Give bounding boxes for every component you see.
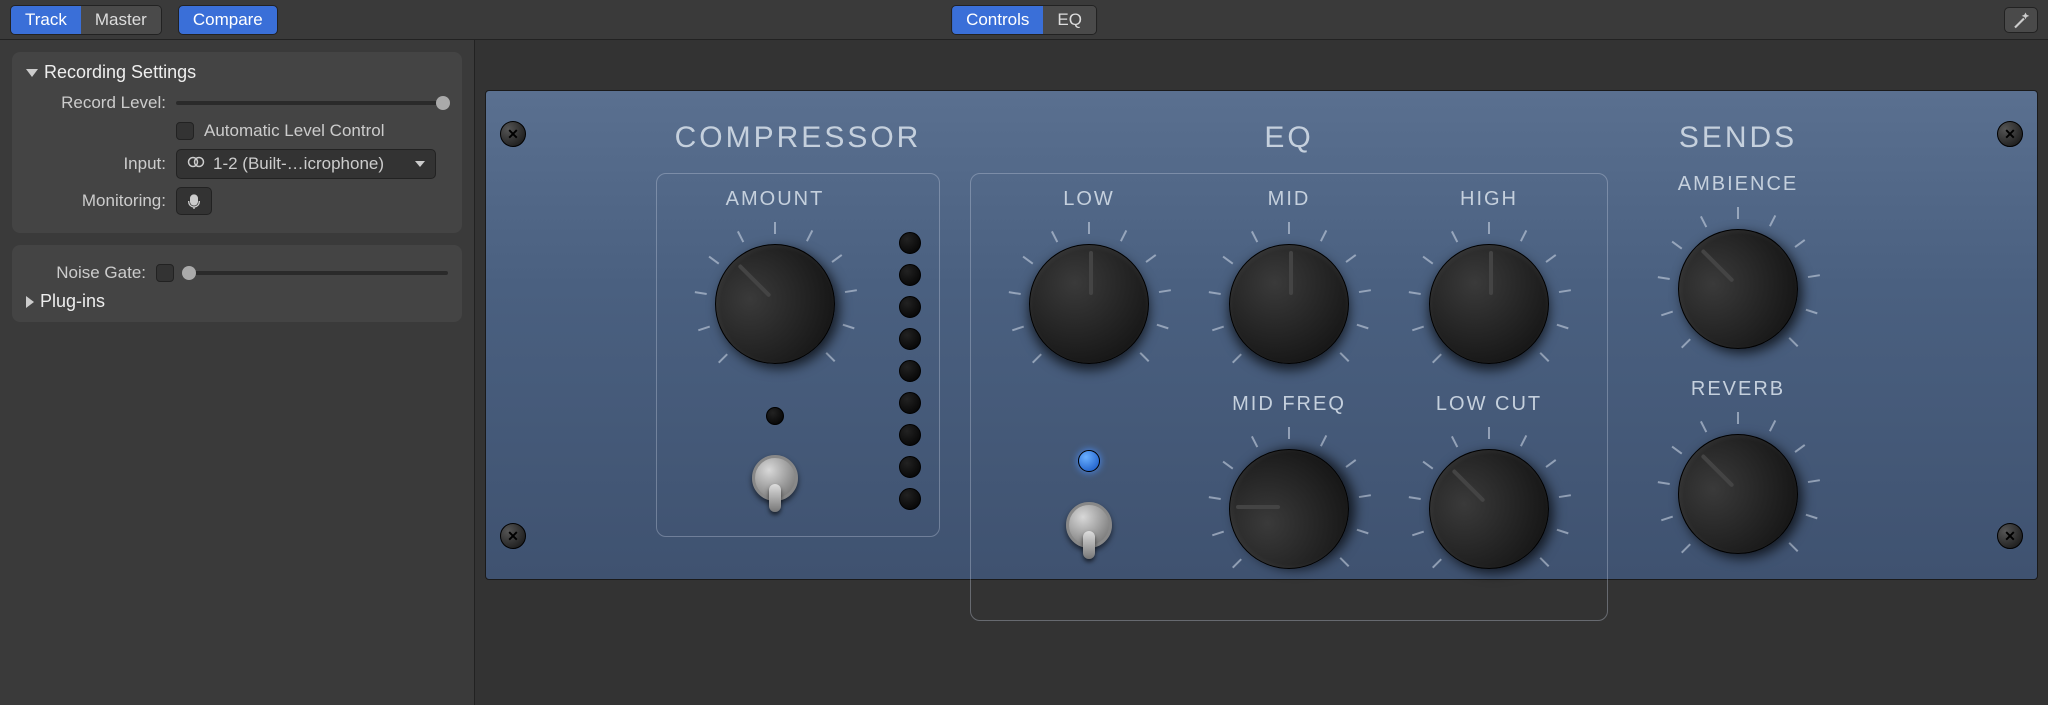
- noise-gate-slider[interactable]: [184, 271, 448, 275]
- high-label: HIGH: [1460, 188, 1518, 211]
- noise-gate-checkbox[interactable]: [156, 264, 174, 282]
- compare-button[interactable]: Compare: [178, 5, 278, 35]
- track-master-segment: Track Master: [10, 5, 162, 35]
- recording-settings-label: Recording Settings: [44, 62, 196, 83]
- recording-settings-panel: Recording Settings Record Level: Automat…: [12, 52, 462, 233]
- compressor-toggle[interactable]: [752, 455, 798, 501]
- track-tab[interactable]: Track: [11, 6, 81, 34]
- amount-knob[interactable]: [690, 219, 860, 389]
- monitoring-button[interactable]: [176, 187, 212, 215]
- effects-rack: COMPRESSOR AMOUNT: [485, 90, 2038, 580]
- record-level-label: Record Level:: [26, 93, 166, 113]
- screw-icon: [1997, 121, 2023, 147]
- high-knob[interactable]: [1404, 219, 1574, 389]
- master-tab[interactable]: Master: [81, 6, 161, 34]
- sends-section: SENDS AMBIENCE REVERB: [1638, 121, 1838, 579]
- screw-icon: [500, 523, 526, 549]
- plugins-header[interactable]: Plug-ins: [26, 291, 448, 312]
- input-value: 1-2 (Built-…icrophone): [213, 154, 407, 174]
- disclosure-down-icon: [26, 69, 38, 77]
- chevron-down-icon: [415, 161, 425, 167]
- noise-gate-panel: Noise Gate: Plug-ins: [12, 245, 462, 322]
- screw-icon: [1997, 523, 2023, 549]
- controls-eq-segment: Controls EQ: [951, 5, 1097, 35]
- ambience-knob[interactable]: [1653, 204, 1823, 374]
- auto-level-label: Automatic Level Control: [204, 121, 384, 141]
- mid-knob[interactable]: [1204, 219, 1374, 389]
- input-dropdown[interactable]: 1-2 (Built-…icrophone): [176, 149, 436, 179]
- wand-icon[interactable]: [2004, 7, 2038, 33]
- reverb-label: REVERB: [1691, 378, 1785, 401]
- input-label: Input:: [26, 154, 166, 174]
- eq-led: [1078, 450, 1100, 472]
- eq-section: EQ LOW MID HIGH: [970, 121, 1608, 621]
- plugins-label: Plug-ins: [40, 291, 105, 312]
- recording-settings-header[interactable]: Recording Settings: [26, 62, 448, 83]
- noise-gate-label: Noise Gate:: [26, 263, 146, 283]
- sidebar: Recording Settings Record Level: Automat…: [0, 40, 475, 705]
- sends-title: SENDS: [1638, 121, 1838, 155]
- monitoring-label: Monitoring:: [26, 191, 166, 211]
- compressor-meter: [899, 188, 921, 510]
- content-area: COMPRESSOR AMOUNT: [475, 40, 2048, 705]
- compressor-title: COMPRESSOR: [656, 121, 940, 155]
- mid-freq-knob[interactable]: [1204, 424, 1374, 594]
- ambience-label: AMBIENCE: [1678, 173, 1798, 196]
- mid-freq-label: MID FREQ: [1232, 393, 1346, 416]
- eq-toggle[interactable]: [1066, 502, 1112, 548]
- low-cut-label: LOW CUT: [1436, 393, 1542, 416]
- eq-tab[interactable]: EQ: [1043, 6, 1096, 34]
- low-label: LOW: [1063, 188, 1115, 211]
- record-level-slider[interactable]: [176, 101, 448, 105]
- reverb-knob[interactable]: [1653, 409, 1823, 579]
- compressor-led: [766, 407, 784, 425]
- controls-tab[interactable]: Controls: [952, 6, 1043, 34]
- compressor-section: COMPRESSOR AMOUNT: [656, 121, 940, 537]
- eq-title: EQ: [970, 121, 1608, 155]
- screw-icon: [500, 121, 526, 147]
- amount-label: AMOUNT: [726, 188, 825, 211]
- mid-label: MID: [1268, 188, 1311, 211]
- disclosure-right-icon: [26, 296, 34, 308]
- auto-level-checkbox[interactable]: [176, 122, 194, 140]
- stereo-icon: [187, 154, 205, 174]
- low-cut-knob[interactable]: [1404, 424, 1574, 594]
- low-knob[interactable]: [1004, 219, 1174, 389]
